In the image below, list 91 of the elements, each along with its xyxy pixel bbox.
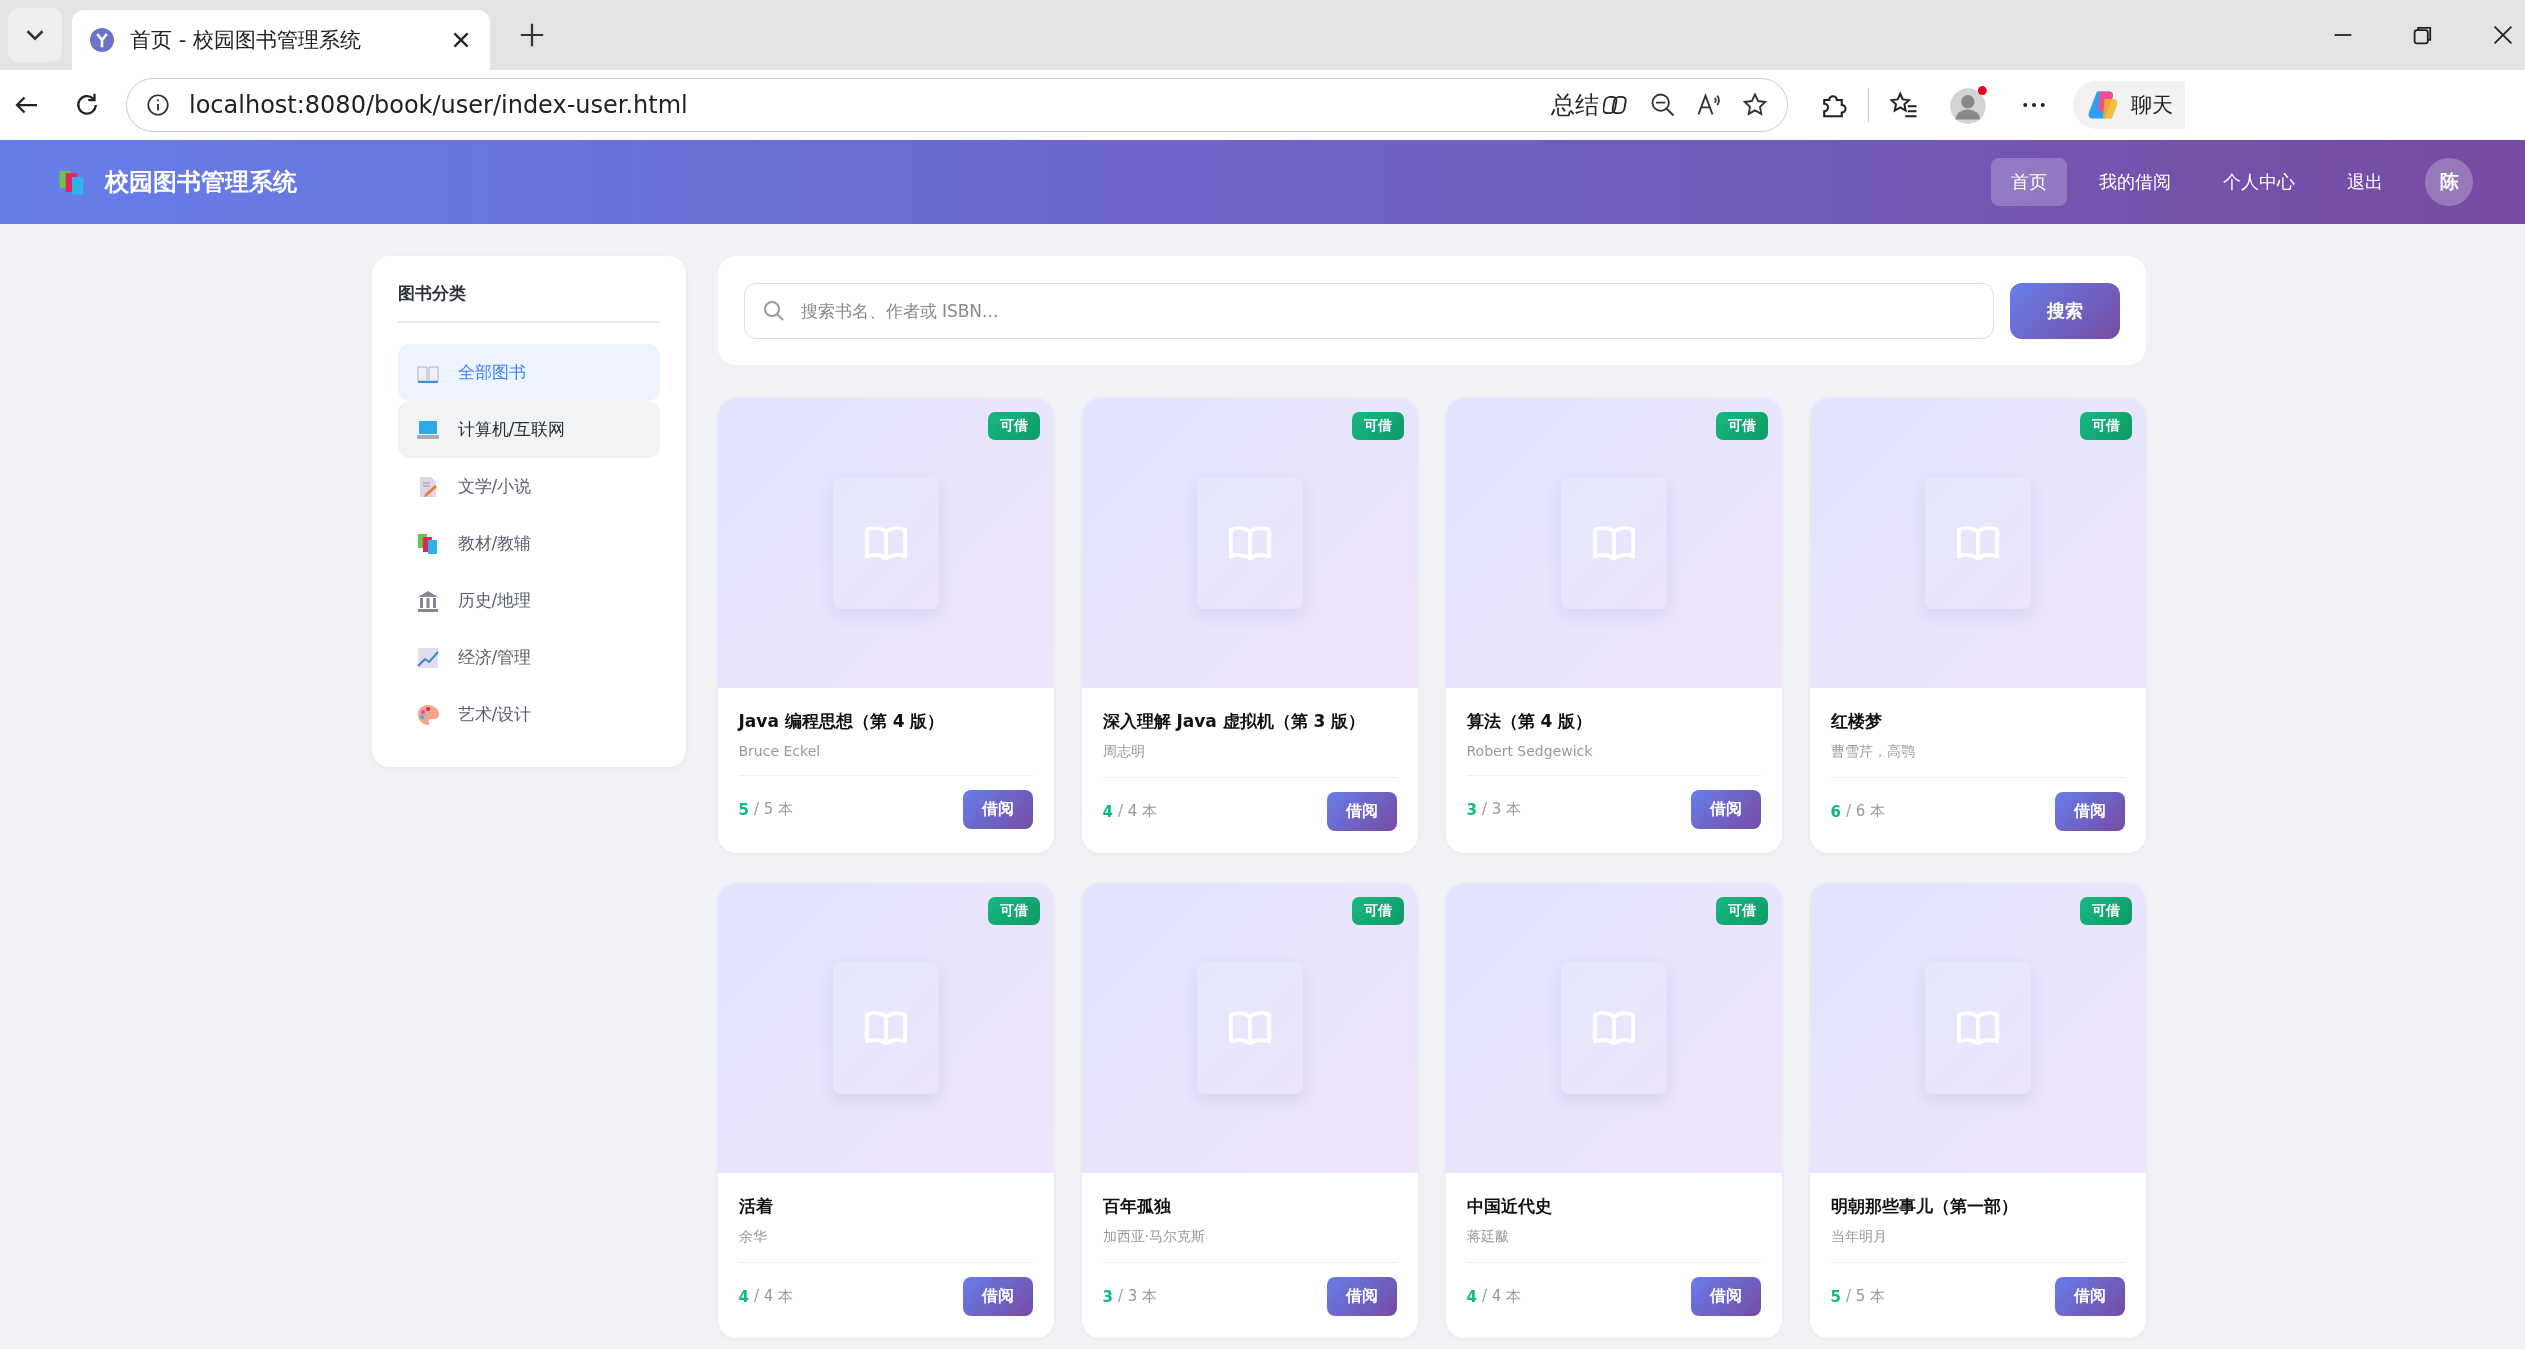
- total-count: / 4 本: [1481, 1287, 1522, 1306]
- books-icon: [415, 531, 440, 556]
- book-title: 百年孤独: [1102, 1195, 1172, 1218]
- copilot-chat-button[interactable]: 聊天: [2073, 81, 2185, 129]
- category-item[interactable]: 文学/小说: [397, 458, 660, 515]
- total-count: / 4 本: [1117, 802, 1158, 821]
- nav-link[interactable]: 首页: [1991, 158, 2067, 206]
- borrow-button[interactable]: 借阅: [1326, 1277, 1397, 1316]
- book-title: 算法（第 4 版）: [1466, 710, 1594, 733]
- available-count: 4: [1102, 802, 1113, 821]
- book-card[interactable]: 可借 算法（第 4 版） Robert Sedgewick 3 / 3 本 借阅: [1445, 398, 1782, 853]
- total-count: / 5 本: [753, 800, 794, 819]
- available-count: 3: [1102, 1287, 1113, 1306]
- available-count: 4: [738, 1287, 749, 1306]
- availability-badge: 可借: [2079, 897, 2132, 925]
- availability-badge: 可借: [1715, 412, 1768, 440]
- borrow-button[interactable]: 借阅: [1326, 792, 1397, 831]
- book-author: Bruce Eckel: [738, 743, 1033, 776]
- nav-link[interactable]: 退出: [2327, 158, 2403, 206]
- book-author: 蒋廷黻: [1466, 1228, 1761, 1263]
- category-item[interactable]: 经济/管理: [397, 629, 660, 686]
- availability-badge: 可借: [1351, 412, 1404, 440]
- panel-title: 图书分类: [397, 282, 660, 323]
- availability-badge: 可借: [1351, 897, 1404, 925]
- total-count: / 6 本: [1845, 802, 1886, 821]
- available-count: 4: [1466, 1287, 1477, 1306]
- book-author: Robert Sedgewick: [1466, 743, 1761, 776]
- info-icon[interactable]: [145, 92, 171, 118]
- book-card[interactable]: 可借 红楼梦 曹雪芹，高鹗 6 / 6 本 借阅: [1809, 398, 2146, 853]
- book-author: 周志明: [1102, 743, 1397, 778]
- total-count: / 3 本: [1481, 800, 1522, 819]
- search-field[interactable]: 搜索书名、作者或 ISBN...: [743, 282, 1994, 339]
- available-count: 6: [1830, 802, 1841, 821]
- user-avatar[interactable]: 陈: [2425, 158, 2473, 206]
- book-card[interactable]: 可借 百年孤独 加西亚·马尔克斯 3 / 3 本 借阅: [1081, 883, 1418, 1338]
- book-title: 活着: [738, 1195, 774, 1218]
- availability-badge: 可借: [2079, 412, 2132, 440]
- favorites-icon[interactable]: [1889, 90, 1919, 120]
- availability-badge: 可借: [987, 412, 1040, 440]
- book-author: 当年明月: [1830, 1228, 2125, 1263]
- book-title: Java 编程思想（第 4 版）: [738, 710, 946, 733]
- profile-icon[interactable]: [1949, 85, 1989, 125]
- nav-link[interactable]: 个人中心: [2203, 158, 2315, 206]
- new-tab-icon[interactable]: [518, 21, 546, 49]
- book-title: 明朝那些事儿（第一部）: [1830, 1195, 2019, 1218]
- borrow-button[interactable]: 借阅: [1690, 790, 1761, 829]
- tab-title: 首页 - 校园图书管理系统: [130, 27, 362, 54]
- category-item[interactable]: 艺术/设计: [397, 686, 660, 743]
- book-card[interactable]: 可借 Java 编程思想（第 4 版） Bruce Eckel 5 / 5 本 借阅: [717, 398, 1054, 853]
- search-button[interactable]: 搜索: [2009, 282, 2120, 339]
- borrow-button[interactable]: 借阅: [1690, 1277, 1761, 1316]
- total-count: / 5 本: [1845, 1287, 1886, 1306]
- tab-list-icon[interactable]: [8, 8, 62, 62]
- available-count: 5: [738, 800, 749, 819]
- book-title: 红楼梦: [1830, 710, 1883, 733]
- total-count: / 4 本: [753, 1287, 794, 1306]
- classical-building-icon: [415, 588, 440, 613]
- book-author: 加西亚·马尔克斯: [1102, 1228, 1397, 1263]
- book-author: 余华: [738, 1228, 1033, 1263]
- borrow-button[interactable]: 借阅: [2054, 792, 2125, 831]
- app-title: 校园图书管理系统: [105, 167, 297, 198]
- category-item[interactable]: 历史/地理: [397, 572, 660, 629]
- close-icon[interactable]: [2491, 23, 2515, 47]
- category-item[interactable]: 教材/教辅: [397, 515, 660, 572]
- nav-link[interactable]: 我的借阅: [2079, 158, 2191, 206]
- book-title: 中国近代史: [1466, 1195, 1553, 1218]
- search-icon: [761, 298, 786, 323]
- chart-icon: [415, 645, 440, 670]
- summarize-button[interactable]: 总结: [1551, 89, 1599, 121]
- availability-badge: 可借: [987, 897, 1040, 925]
- available-count: 5: [1830, 1287, 1841, 1306]
- available-count: 3: [1466, 800, 1477, 819]
- zoom-out-icon[interactable]: [1649, 91, 1677, 119]
- category-item[interactable]: 全部图书: [397, 344, 660, 401]
- book-title: 深入理解 Java 虚拟机（第 3 版）: [1102, 710, 1367, 733]
- book-card[interactable]: 可借 深入理解 Java 虚拟机（第 3 版） 周志明 4 / 4 本 借阅: [1081, 398, 1418, 853]
- book-card[interactable]: 可借 明朝那些事儿（第一部） 当年明月 5 / 5 本 借阅: [1809, 883, 2146, 1338]
- borrow-button[interactable]: 借阅: [2054, 1277, 2125, 1316]
- borrow-button[interactable]: 借阅: [962, 790, 1033, 829]
- availability-badge: 可借: [1715, 897, 1768, 925]
- book-card[interactable]: 可借 活着 余华 4 / 4 本 借阅: [717, 883, 1054, 1338]
- borrow-button[interactable]: 借阅: [962, 1277, 1033, 1316]
- browser-tab[interactable]: 首页 - 校园图书管理系统: [72, 10, 490, 70]
- book-card[interactable]: 可借 中国近代史 蒋廷黻 4 / 4 本 借阅: [1445, 883, 1782, 1338]
- favicon-icon: [90, 28, 114, 52]
- url-text: localhost:8080/book/user/index-user.html: [189, 91, 688, 119]
- star-icon[interactable]: [1741, 91, 1769, 119]
- palette-icon: [415, 702, 440, 727]
- category-item[interactable]: 计算机/互联网: [397, 401, 660, 458]
- total-count: / 3 本: [1117, 1287, 1158, 1306]
- book-author: 曹雪芹，高鹗: [1830, 743, 2125, 778]
